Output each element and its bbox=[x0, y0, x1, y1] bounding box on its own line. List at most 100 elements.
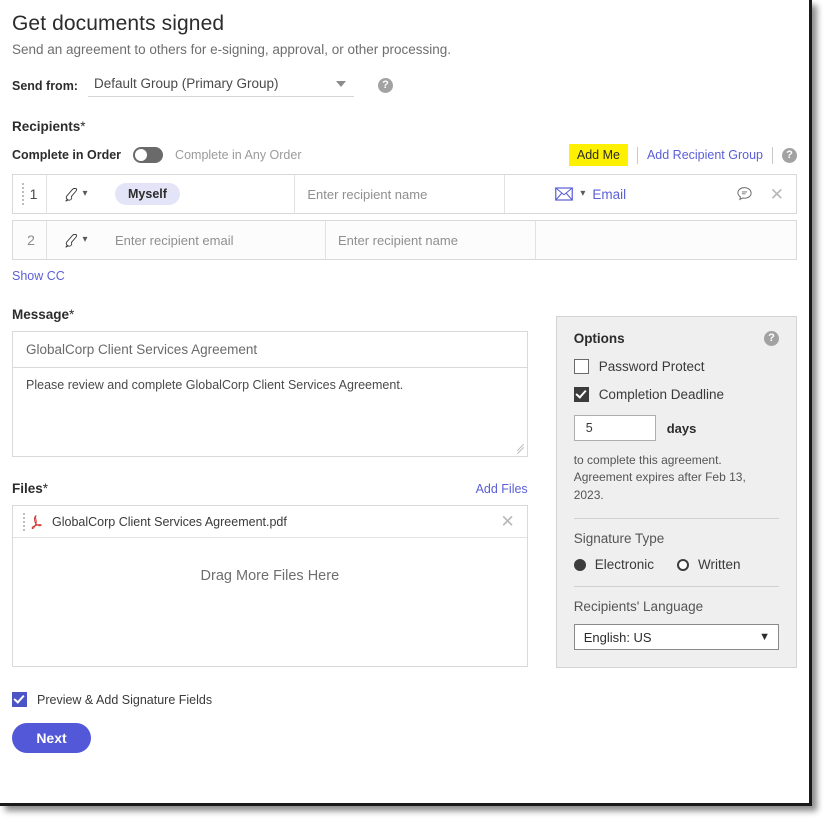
drag-dots-icon[interactable] bbox=[23, 512, 25, 531]
recipient-name-placeholder: Enter recipient name bbox=[307, 186, 428, 202]
password-protect-row[interactable]: Password Protect bbox=[573, 359, 779, 374]
files-section-label: Files* bbox=[12, 481, 48, 496]
recipient-email-field[interactable]: Myself bbox=[103, 175, 296, 213]
recipient-name-input[interactable]: Enter recipient name bbox=[326, 221, 536, 259]
recipients-table: 1 ▾ Myself Enter recipient name ▾ Email … bbox=[12, 174, 797, 260]
divider bbox=[772, 146, 773, 164]
delivery-method-label: Email bbox=[592, 186, 627, 202]
resize-handle[interactable] bbox=[516, 443, 525, 455]
myself-chip[interactable]: Myself bbox=[115, 183, 180, 205]
divider bbox=[573, 518, 779, 520]
chevron-down-icon: ▼ bbox=[759, 631, 770, 644]
recipients-label-text: Recipients bbox=[12, 119, 81, 134]
table-row[interactable]: 2 ▾ Enter recipient email Enter recipien… bbox=[12, 220, 797, 260]
required-asterisk: * bbox=[69, 307, 75, 322]
chevron-down-icon: ▾ bbox=[82, 234, 88, 245]
right-column: Options ? Password Protect Completion De… bbox=[555, 307, 797, 669]
required-asterisk: * bbox=[42, 481, 49, 496]
message-label-text: Message bbox=[12, 307, 70, 322]
help-icon[interactable]: ? bbox=[782, 147, 797, 163]
help-icon[interactable]: ? bbox=[377, 78, 393, 93]
files-header: Files* Add Files bbox=[12, 481, 528, 496]
envelope-icon bbox=[555, 187, 574, 201]
options-title: Options bbox=[573, 331, 625, 346]
recipient-role-dropdown[interactable]: ▾ bbox=[46, 221, 103, 259]
add-recipient-group-link[interactable]: Add Recipient Group bbox=[647, 148, 763, 162]
message-body-textarea[interactable]: Please review and complete GlobalCorp Cl… bbox=[12, 367, 528, 457]
recipient-number: 2 bbox=[27, 232, 35, 248]
show-cc-link[interactable]: Show CC bbox=[12, 269, 65, 283]
send-from-value: Default Group (Primary Group) bbox=[93, 76, 279, 91]
content-split: Message* GlobalCorp Client Services Agre… bbox=[12, 307, 797, 669]
file-drop-zone[interactable]: Drag More Files Here bbox=[13, 538, 527, 666]
days-unit-label: days bbox=[666, 420, 697, 436]
chevron-down-icon bbox=[335, 80, 346, 87]
message-body-text: Please review and complete GlobalCorp Cl… bbox=[26, 378, 404, 392]
password-protect-label: Password Protect bbox=[598, 359, 705, 374]
files-box[interactable]: GlobalCorp Client Services Agreement.pdf… bbox=[12, 505, 528, 667]
recipient-email-placeholder: Enter recipient email bbox=[115, 232, 234, 248]
delivery-method-dropdown[interactable]: ▾ Email bbox=[505, 175, 734, 213]
recipients-language-select[interactable]: English: US ▼ bbox=[573, 624, 779, 651]
completion-deadline-checkbox[interactable] bbox=[573, 387, 589, 402]
footer: Preview & Add Signature Fields Next bbox=[12, 692, 797, 754]
toggle-knob bbox=[135, 149, 148, 161]
drag-handle[interactable]: 2 bbox=[13, 221, 46, 259]
recipients-language-label: Recipients' Language bbox=[573, 599, 704, 615]
signature-pen-icon bbox=[65, 187, 78, 202]
next-button[interactable]: Next bbox=[12, 723, 91, 754]
recipient-role-dropdown[interactable]: ▾ bbox=[46, 175, 103, 213]
radio-electronic-label: Electronic bbox=[594, 557, 654, 573]
preview-fields-row[interactable]: Preview & Add Signature Fields bbox=[12, 692, 797, 708]
completion-deadline-label: Completion Deadline bbox=[598, 387, 725, 402]
close-icon[interactable]: ✕ bbox=[500, 513, 514, 530]
drag-handle[interactable]: 1 bbox=[13, 175, 46, 213]
table-row[interactable]: 1 ▾ Myself Enter recipient name ▾ Email … bbox=[12, 174, 797, 214]
radio-written-label: Written bbox=[697, 557, 741, 573]
recipient-actions: Add Me Add Recipient Group ? bbox=[568, 144, 797, 166]
delivery-method-empty bbox=[536, 221, 796, 259]
options-header: Options ? bbox=[574, 331, 779, 346]
chevron-down-icon: ▾ bbox=[82, 188, 88, 199]
page-title: Get documents signed bbox=[12, 12, 225, 35]
complete-in-order-label: Complete in Order bbox=[12, 148, 122, 162]
required-asterisk: * bbox=[80, 119, 86, 134]
recipient-name-input[interactable]: Enter recipient name bbox=[295, 175, 506, 213]
close-icon[interactable]: ✕ bbox=[770, 186, 784, 203]
deadline-note-line2: Agreement expires after Feb 13, 2023. bbox=[573, 470, 746, 502]
days-input[interactable]: 5 bbox=[573, 415, 656, 441]
divider bbox=[636, 146, 638, 164]
send-agreement-page: Get documents signed Send an agreement t… bbox=[0, 0, 812, 806]
days-row: 5 days bbox=[573, 415, 779, 441]
help-icon[interactable]: ? bbox=[764, 331, 779, 346]
preview-signature-fields-checkbox[interactable] bbox=[12, 692, 27, 708]
send-from-dropdown[interactable]: Default Group (Primary Group) bbox=[87, 74, 354, 97]
row-actions: ✕ bbox=[735, 175, 796, 213]
password-protect-checkbox[interactable] bbox=[573, 359, 589, 374]
completion-order-toggle[interactable] bbox=[133, 147, 164, 163]
speech-bubble-icon[interactable] bbox=[735, 185, 754, 203]
completion-order-row: Complete in Order Complete in Any Order … bbox=[12, 144, 797, 166]
radio-written[interactable] bbox=[676, 558, 689, 571]
file-name: GlobalCorp Client Services Agreement.pdf bbox=[52, 514, 287, 529]
add-files-link[interactable]: Add Files bbox=[476, 482, 528, 496]
message-section-label: Message* bbox=[12, 307, 528, 322]
left-column: Message* GlobalCorp Client Services Agre… bbox=[12, 307, 528, 667]
completion-deadline-row[interactable]: Completion Deadline bbox=[573, 387, 779, 402]
send-from-row: Send from: Default Group (Primary Group)… bbox=[12, 74, 797, 97]
radio-electronic[interactable] bbox=[573, 558, 586, 571]
list-item[interactable]: GlobalCorp Client Services Agreement.pdf… bbox=[13, 506, 527, 538]
recipient-name-placeholder: Enter recipient name bbox=[338, 232, 458, 248]
recipients-section-label: Recipients* bbox=[12, 119, 797, 134]
recipients-language-value: English: US bbox=[583, 629, 652, 645]
recipient-email-input[interactable]: Enter recipient email bbox=[103, 221, 326, 259]
message-subject-input[interactable]: GlobalCorp Client Services Agreement bbox=[12, 331, 528, 367]
deadline-note: to complete this agreement. Agreement ex… bbox=[574, 452, 779, 504]
add-me-button[interactable]: Add Me bbox=[568, 144, 628, 166]
page-subtitle: Send an agreement to others for e-signin… bbox=[12, 42, 452, 57]
divider bbox=[573, 586, 779, 588]
signature-pen-icon bbox=[65, 233, 78, 248]
pdf-icon bbox=[31, 514, 42, 529]
files-label-text: Files bbox=[12, 481, 43, 496]
chevron-down-icon: ▾ bbox=[580, 188, 586, 199]
